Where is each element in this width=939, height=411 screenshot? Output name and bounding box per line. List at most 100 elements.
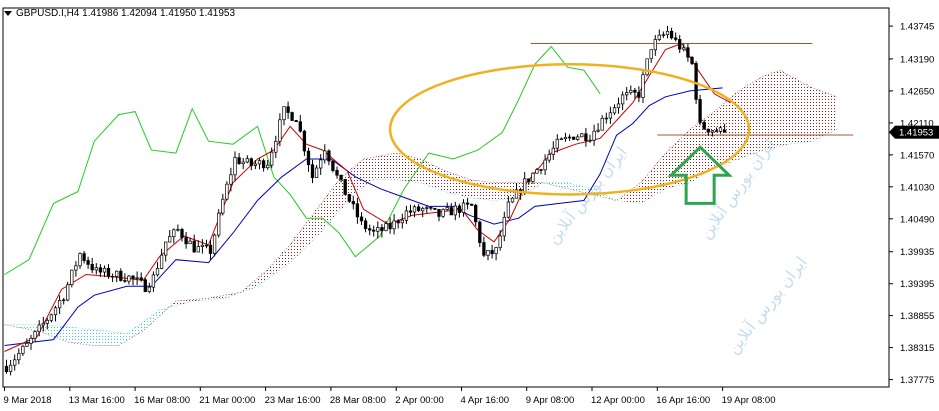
- cloud-bear-segment: [294, 236, 299, 257]
- cloud-bear-segment: [706, 116, 711, 172]
- cloud-bear-segment: [220, 295, 225, 299]
- y-tick-label: 1.39935: [900, 247, 934, 258]
- cloud-bear-segment: [485, 182, 490, 200]
- cloud-bear-segment: [290, 242, 295, 261]
- cloud-bull-segment: [559, 182, 564, 188]
- cloud-bear-segment: [281, 251, 286, 267]
- candle: [347, 193, 351, 203]
- cloud-bear-segment: [771, 72, 776, 148]
- ichimoku-chart: ایران بورس آنلاین ایران بورس آنلاین ایرا…: [2, 7, 939, 406]
- cloud-bear-segment: [653, 165, 658, 195]
- cloud-bear-segment: [730, 96, 735, 162]
- cloud-bear-segment: [498, 182, 503, 200]
- candle: [343, 179, 347, 195]
- candle: [510, 197, 515, 203]
- cloud-bull-segment: [29, 324, 34, 330]
- cloud-bull-segment: [69, 327, 74, 343]
- cloud-bear-segment: [804, 84, 809, 142]
- cloud-bear-segment: [808, 86, 813, 142]
- cloud-bull-segment: [65, 326, 70, 342]
- cloud-bull-segment: [77, 328, 82, 344]
- candle: [294, 119, 298, 123]
- y-tick-label: 1.42650: [900, 86, 934, 97]
- cloud-bear-segment: [204, 298, 209, 300]
- candle: [66, 281, 70, 302]
- x-tick-label: 16 Mar 08:00: [134, 395, 190, 406]
- cloud-bear-segment: [620, 196, 625, 202]
- cloud-bear-segment: [477, 181, 482, 199]
- candle: [70, 269, 74, 288]
- cloud-bull-segment: [135, 326, 140, 335]
- cloud-bear-segment: [371, 157, 376, 180]
- cloud-bear-segment: [800, 82, 805, 143]
- cloud-bull-segment: [33, 324, 38, 331]
- cloud-bear-segment: [787, 75, 792, 144]
- y-tick-label: 1.37775: [900, 375, 934, 386]
- cloud-bear-segment: [677, 139, 682, 186]
- y-tick-label: 1.41030: [900, 182, 934, 193]
- cloud-bear-segment: [649, 170, 654, 198]
- cloud-bear-segment: [461, 177, 466, 196]
- x-tick-label: 12 Apr 00:00: [591, 395, 645, 406]
- cloud-bear-segment: [457, 176, 462, 195]
- cloud-bear-segment: [494, 182, 499, 201]
- symbol-header: GBPUSD.I,H4 1.41986 1.42094 1.41950 1.41…: [16, 8, 235, 19]
- candle: [331, 160, 335, 173]
- cloud-bull-segment: [571, 184, 576, 191]
- x-tick-label: 23 Mar 16:00: [265, 395, 321, 406]
- cloud-bull-segment: [102, 331, 107, 346]
- cloud-bear-segment: [490, 182, 495, 201]
- x-tick-label: 2 Apr 00:00: [395, 395, 444, 406]
- cloud-bear-segment: [722, 103, 727, 165]
- cloud-bear-segment: [339, 178, 344, 208]
- cloud-bear-segment: [310, 215, 315, 241]
- cloud-bear-segment: [669, 147, 674, 188]
- cloud-bull-segment: [57, 326, 62, 339]
- x-tick-label: 9 Apr 08:00: [526, 395, 575, 406]
- x-tick-label: 16 Apr 16:00: [656, 395, 710, 406]
- candle: [143, 278, 147, 293]
- y-tick-label: 1.41570: [900, 150, 934, 161]
- cloud-bull-segment: [16, 324, 21, 328]
- cloud-bull-segment: [575, 185, 580, 192]
- current-price-label: 1.41953: [889, 125, 939, 139]
- x-tick-label: 9 Mar 2018: [4, 395, 52, 406]
- y-tick-label: 1.38855: [900, 311, 934, 322]
- x-tick-label: 19 Apr 08:00: [722, 395, 776, 406]
- cloud-bear-segment: [832, 96, 837, 131]
- cloud-bear-segment: [828, 94, 833, 133]
- cloud-bull-segment: [106, 331, 111, 346]
- cloud-bull-segment: [110, 332, 115, 346]
- candle: [217, 209, 221, 238]
- cloud-bear-segment: [432, 165, 437, 188]
- cloud-bull-segment: [551, 182, 556, 186]
- cloud-bear-segment: [449, 173, 454, 194]
- cloud-bear-segment: [791, 78, 796, 144]
- cloud-bear-segment: [396, 153, 401, 180]
- candle: [441, 208, 445, 218]
- candle: [290, 111, 294, 122]
- cloud-bear-segment: [796, 80, 801, 143]
- cloud-bear-segment: [441, 169, 446, 191]
- cloud-bear-segment: [257, 276, 262, 285]
- price-axis: 1.437451.431901.426501.421101.415701.410…: [889, 22, 939, 386]
- cloud-bull-segment: [567, 183, 572, 190]
- candle: [690, 56, 694, 65]
- cloud-bear-segment: [673, 143, 678, 187]
- cloud-bear-segment: [314, 209, 319, 237]
- cloud-bear-segment: [167, 306, 172, 308]
- cloud-bull-segment: [147, 317, 152, 326]
- y-tick-label: 1.43745: [900, 22, 934, 33]
- x-tick-label: 13 Mar 16:00: [69, 395, 125, 406]
- cloud-bull-segment: [118, 333, 123, 345]
- cloud-bear-segment: [824, 93, 829, 135]
- x-tick-label: 21 Mar 00:00: [199, 395, 255, 406]
- cloud-bear-segment: [192, 299, 197, 301]
- y-tick-label: 1.40490: [900, 214, 934, 225]
- cloud-bull-segment: [49, 325, 54, 336]
- cloud-bear-segment: [437, 167, 442, 190]
- candle: [645, 58, 649, 77]
- cloud-bear-segment: [179, 300, 184, 304]
- candle: [572, 136, 576, 140]
- cloud-bear-segment: [726, 99, 731, 163]
